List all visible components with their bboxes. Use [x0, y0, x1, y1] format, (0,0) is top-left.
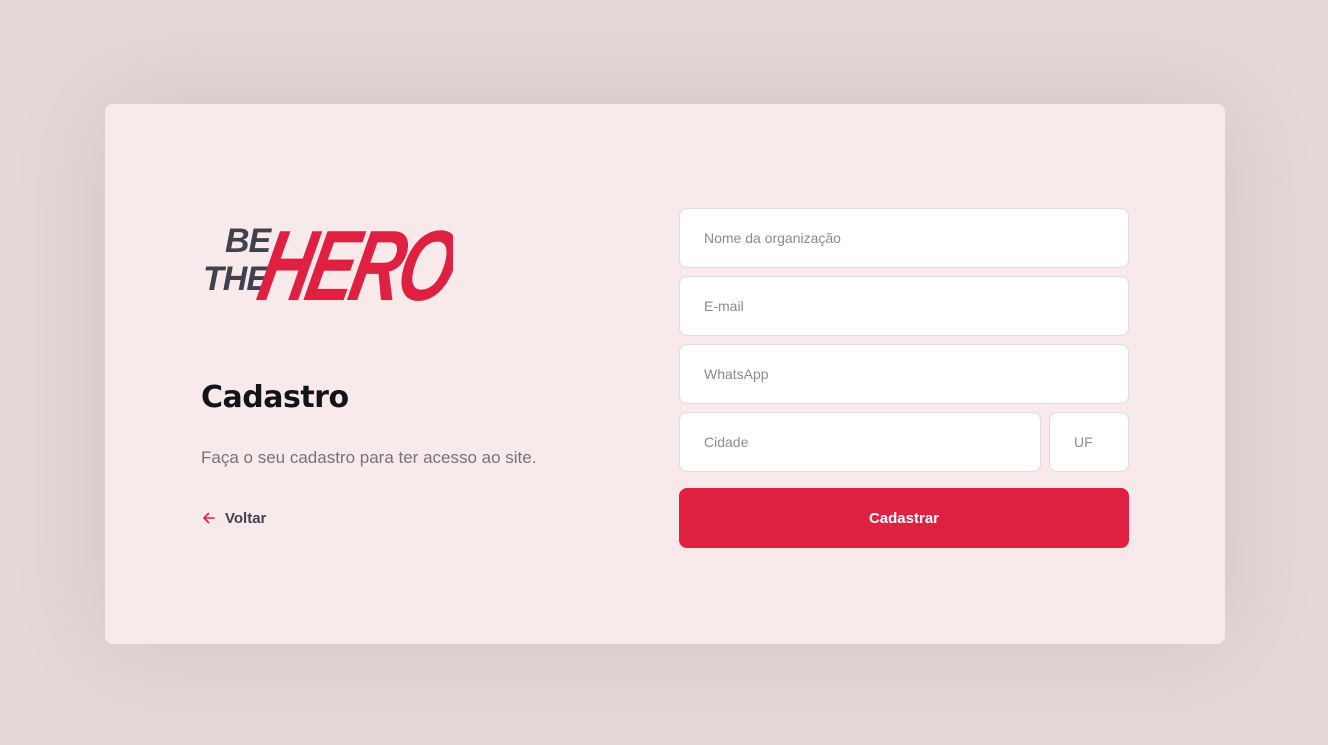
back-link-label: Voltar [225, 509, 267, 527]
arrow-left-icon [203, 512, 215, 524]
uf-input[interactable] [1049, 412, 1129, 472]
email-input[interactable] [679, 276, 1129, 336]
page-description: Faça o seu cadastro para ter acesso ao s… [201, 448, 537, 467]
location-row [679, 412, 1129, 480]
register-card: BE THE HERO Cadastro Faça o seu cadastro… [105, 104, 1225, 644]
organization-name-input[interactable] [679, 208, 1129, 268]
intro-section: BE THE HERO Cadastro Faça o seu cadastro… [201, 204, 621, 527]
register-form: Cadastrar [679, 208, 1129, 548]
be-the-hero-logo: BE THE HERO [203, 210, 453, 314]
back-link[interactable]: Voltar [201, 510, 621, 527]
whatsapp-input[interactable] [679, 344, 1129, 404]
city-input[interactable] [679, 412, 1041, 472]
page-title: Cadastro [201, 380, 349, 415]
register-button[interactable]: Cadastrar [679, 488, 1129, 548]
logo-hero-text: HERO [250, 210, 453, 314]
